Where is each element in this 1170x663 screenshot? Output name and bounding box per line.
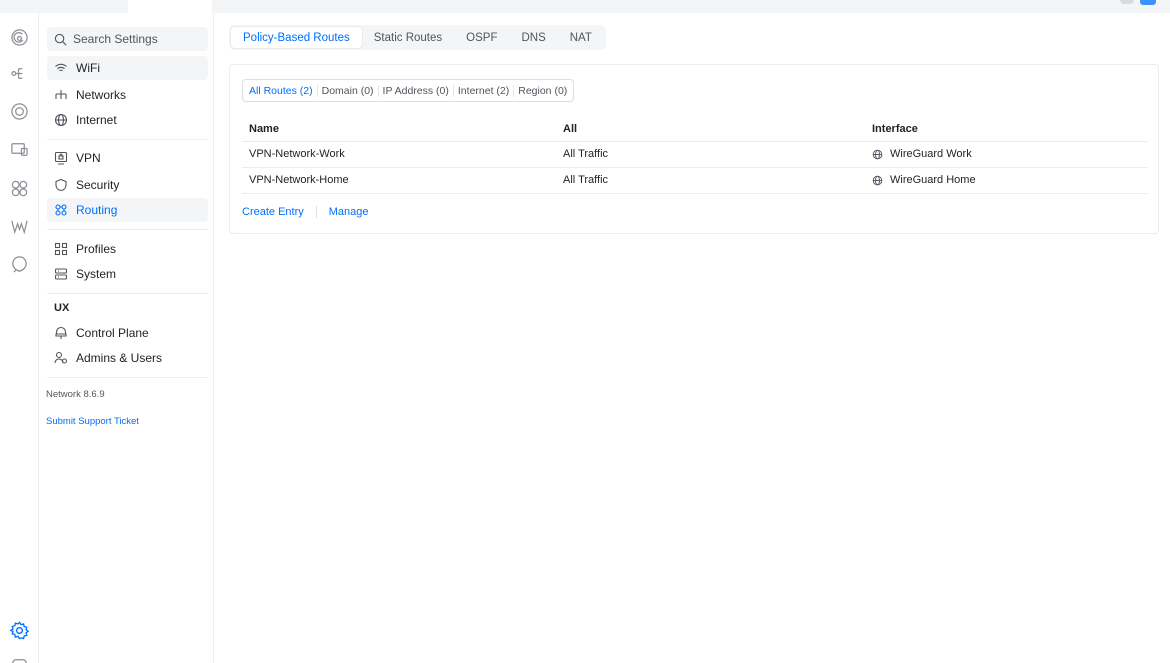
sidebar-item-routing[interactable]: Routing xyxy=(47,198,208,222)
table-header-row: Name All Interface xyxy=(242,117,1148,142)
top-window-strip xyxy=(0,0,1170,13)
tab-static-routes[interactable]: Static Routes xyxy=(362,27,454,48)
sidebar-item-label: VPN xyxy=(76,151,101,165)
unifi-devices-icon[interactable] xyxy=(10,102,29,121)
sidebar-item-profiles[interactable]: Profiles xyxy=(47,237,208,261)
routes-table: Name All Interface VPN-Network-Work All … xyxy=(242,117,1148,194)
sidebar-item-label: Networks xyxy=(76,88,127,102)
filter-ip-address[interactable]: IP Address (0) xyxy=(379,84,454,97)
route-name: VPN-Network-Home xyxy=(242,167,556,194)
topology-icon[interactable] xyxy=(10,64,29,83)
networks-icon xyxy=(54,88,68,102)
admins-icon xyxy=(54,351,68,365)
route-interface-cell: WireGuard Work xyxy=(865,141,1148,168)
sidebar-item-label: Profiles xyxy=(76,242,117,256)
column-header-interface[interactable]: Interface xyxy=(865,117,1148,142)
sidebar-item-label: Security xyxy=(76,178,120,192)
sidebar-item-networks[interactable]: Networks xyxy=(47,83,208,107)
table-actions: Create Entry Manage xyxy=(242,206,369,218)
help-icon[interactable] xyxy=(1120,0,1134,4)
filter-region[interactable]: Region (0) xyxy=(514,85,571,97)
sidebar-item-vpn[interactable]: VPN xyxy=(47,146,208,170)
settings-sidebar: WiFi Networks Internet VPN Security Rout… xyxy=(39,13,214,663)
submit-support-ticket-link[interactable]: Submit Support Ticket xyxy=(46,416,139,427)
app-rail xyxy=(0,13,39,663)
globe-icon xyxy=(872,149,883,160)
route-interface: WireGuard Home xyxy=(890,174,976,186)
column-header-all[interactable]: All xyxy=(556,117,865,142)
filter-internet[interactable]: Internet (2) xyxy=(454,84,515,97)
sidebar-item-label: Routing xyxy=(76,203,118,217)
server-icon xyxy=(54,267,68,281)
create-entry-button[interactable]: Create Entry xyxy=(242,206,304,218)
column-header-name[interactable]: Name xyxy=(242,117,556,142)
sidebar-item-internet[interactable]: Internet xyxy=(47,108,208,132)
sidebar-item-label: Control Plane xyxy=(76,326,149,340)
profiles-icon xyxy=(54,242,68,256)
route-interface-cell: WireGuard Home xyxy=(865,167,1148,194)
routing-icon xyxy=(54,203,68,217)
globe-icon xyxy=(872,175,883,186)
app-version: Network 8.6.9 xyxy=(46,389,105,400)
dashboard-icon[interactable] xyxy=(10,28,29,47)
tab-nat[interactable]: NAT xyxy=(558,27,604,48)
filter-domain[interactable]: Domain (0) xyxy=(318,84,379,97)
sidebar-item-label: WiFi xyxy=(76,61,100,75)
tab-ospf[interactable]: OSPF xyxy=(454,27,509,48)
section-label-ux: UX xyxy=(54,302,70,314)
vpn-icon xyxy=(54,151,68,165)
client-devices-icon[interactable] xyxy=(10,140,29,159)
route-scope: All Traffic xyxy=(556,167,865,194)
radio-manager-icon[interactable] xyxy=(10,217,29,236)
globe-icon xyxy=(54,113,68,127)
active-window-tab[interactable] xyxy=(128,0,212,13)
search-settings[interactable] xyxy=(47,27,208,51)
sidebar-item-control-plane[interactable]: Control Plane xyxy=(47,321,208,345)
insights-icon[interactable] xyxy=(10,179,29,198)
filter-all-routes[interactable]: All Routes (2) xyxy=(245,84,318,97)
sidebar-divider xyxy=(47,377,208,378)
table-row[interactable]: VPN-Network-Home All Traffic WireGuard H… xyxy=(242,167,1148,194)
sidebar-item-security[interactable]: Security xyxy=(47,173,208,197)
shield-icon xyxy=(54,178,68,192)
sidebar-item-label: Internet xyxy=(76,113,117,127)
route-name: VPN-Network-Work xyxy=(242,141,556,168)
actions-divider xyxy=(315,206,317,218)
account-icon[interactable] xyxy=(1140,0,1156,5)
sidebar-divider xyxy=(47,293,208,294)
sidebar-item-label: Admins & Users xyxy=(76,351,163,365)
route-scope: All Traffic xyxy=(556,141,865,168)
table-row[interactable]: VPN-Network-Work All Traffic WireGuard W… xyxy=(242,141,1148,168)
route-interface: WireGuard Work xyxy=(890,148,972,160)
route-filter-bar: All Routes (2) Domain (0) IP Address (0)… xyxy=(242,79,575,102)
sidebar-item-label: System xyxy=(76,267,117,281)
settings-gear-icon[interactable] xyxy=(10,621,29,640)
tab-dns[interactable]: DNS xyxy=(509,27,557,48)
sidebar-item-admins-users[interactable]: Admins & Users xyxy=(47,346,208,370)
routing-tabs: Policy-Based Routes Static Routes OSPF D… xyxy=(229,25,606,50)
sidebar-divider xyxy=(47,229,208,230)
search-icon xyxy=(54,33,67,46)
tab-policy-based-routes[interactable]: Policy-Based Routes xyxy=(231,27,362,48)
sidebar-divider xyxy=(47,139,208,140)
sidebar-item-system[interactable]: System xyxy=(47,262,208,286)
sidebar-item-wifi[interactable]: WiFi xyxy=(47,56,208,80)
search-input[interactable] xyxy=(73,32,193,46)
wifi-icon xyxy=(54,61,68,75)
manage-button[interactable]: Manage xyxy=(329,206,369,218)
routes-card: All Routes (2) Domain (0) IP Address (0)… xyxy=(229,64,1159,234)
control-plane-icon xyxy=(54,326,68,340)
more-apps-icon[interactable] xyxy=(10,656,29,663)
alarms-icon[interactable] xyxy=(10,255,29,274)
